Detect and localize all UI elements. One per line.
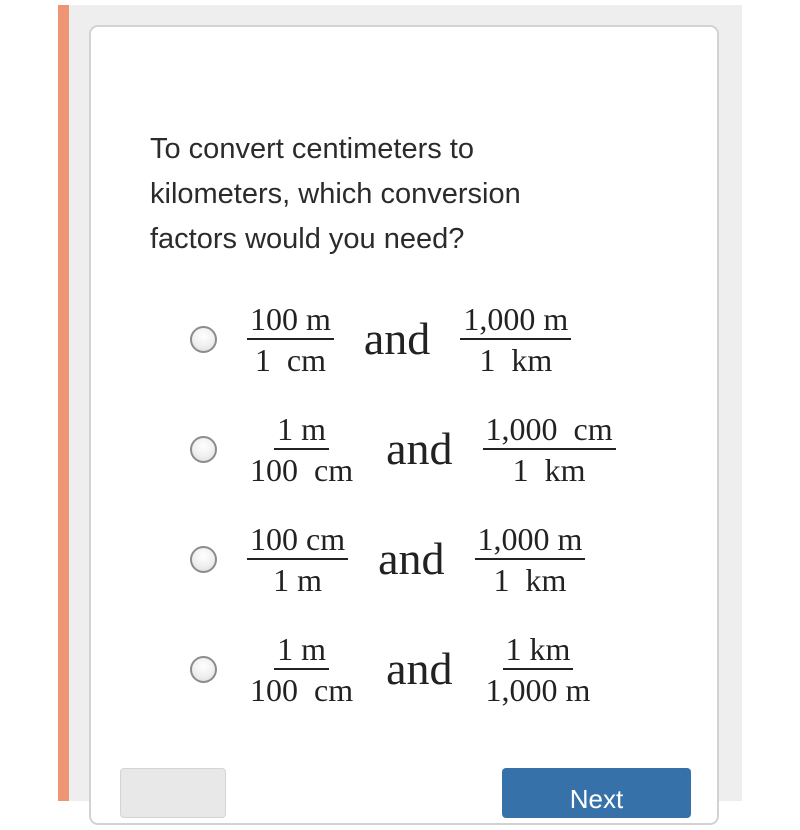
conversion-factor-1: 1 m 100 cm [247,631,356,708]
answer-expression: 100 cm 1 m and 1,000 m 1 km [247,521,586,598]
answer-expression: 100 m 1 cm and 1,000 m 1 km [247,301,572,378]
answer-option-3[interactable]: 100 cm 1 m and 1,000 m 1 km [190,514,586,604]
denominator: 1 km [479,341,553,378]
accent-bar [58,5,69,801]
denominator: 1 km [493,561,567,598]
denominator: 1 cm [254,341,326,378]
radio-button[interactable] [190,325,217,353]
conversion-factor-1: 1 m 100 cm [247,411,356,488]
radio-button[interactable] [190,655,217,683]
numerator: 1 km [502,631,574,670]
conversion-factor-2: 1,000 cm 1 km [482,411,616,488]
next-button[interactable]: Next [502,768,691,818]
connector-text: and [363,313,431,364]
denominator: 1 m [273,561,322,598]
radio-button[interactable] [190,435,217,463]
connector-text: and [386,423,453,474]
conversion-factor-2: 1,000 m 1 km [460,301,572,378]
radio-button[interactable] [190,545,217,573]
numerator: 1,000 cm [482,411,616,450]
denominator: 100 cm [250,671,354,708]
conversion-factor-1: 100 m 1 cm [247,301,334,378]
numerator: 100 cm [247,521,349,560]
answer-option-1[interactable]: 100 m 1 cm and 1,000 m 1 km [190,294,572,384]
denominator: 100 cm [250,451,354,488]
answer-option-2[interactable]: 1 m 100 cm and 1,000 cm 1 km [190,404,616,494]
answer-option-4[interactable]: 1 m 100 cm and 1 km 1,000 m [190,624,593,714]
connector-text: and [386,643,453,694]
numerator: 1,000 m [460,301,572,340]
answer-expression: 1 m 100 cm and 1,000 cm 1 km [247,411,616,488]
connector-text: and [378,533,445,584]
denominator: 1 km [512,451,586,488]
back-button[interactable] [120,768,226,818]
numerator: 1,000 m [474,521,586,560]
numerator: 100 m [247,301,334,340]
denominator: 1,000 m [485,671,591,708]
numerator: 1 m [274,631,329,670]
conversion-factor-2: 1,000 m 1 km [474,521,586,598]
answer-expression: 1 m 100 cm and 1 km 1,000 m [247,631,593,708]
question-text: To convert centimeters to kilometers, wh… [150,133,521,255]
numerator: 1 m [274,411,329,450]
conversion-factor-1: 100 cm 1 m [247,521,349,598]
conversion-factor-2: 1 km 1,000 m [483,631,594,708]
